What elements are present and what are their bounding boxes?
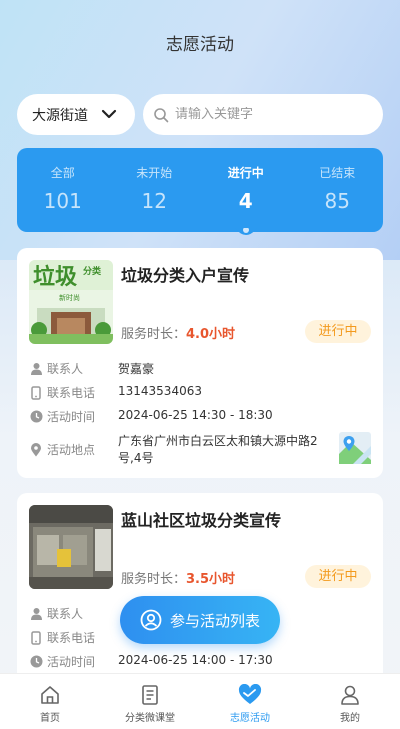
service-hours-value: 3.5小时 bbox=[186, 572, 236, 587]
stat-label: 全部 bbox=[50, 166, 75, 180]
stat-tab-not-started[interactable]: 未开始 12 bbox=[109, 148, 201, 232]
tab-label: 首页 bbox=[40, 713, 60, 724]
stat-tab-in-progress[interactable]: 进行中 4 bbox=[200, 148, 292, 235]
user-icon bbox=[341, 685, 359, 705]
tab-mine[interactable]: 我的 bbox=[300, 674, 400, 729]
contact-value: 贺嘉豪 bbox=[118, 362, 155, 376]
place-value: 广东省广州市白云区太和镇大源中路2 号,4号 bbox=[118, 433, 318, 467]
place-row: 活动地点 bbox=[29, 441, 95, 458]
phone-label: 联系电话 bbox=[47, 631, 96, 645]
thumbnail-text-side: 分类 bbox=[83, 265, 102, 277]
street-dropdown[interactable]: 大源街道 bbox=[17, 94, 135, 135]
thumbnail-text-sub: 新时尚 bbox=[59, 293, 80, 302]
activity-thumbnail: 垃圾 分类 新时尚 bbox=[29, 260, 113, 344]
activity-card[interactable]: 垃圾 分类 新时尚 垃圾分类入户宣传 服务时长：4.0小时 进行中 联系人 贺嘉… bbox=[17, 248, 383, 478]
join-activity-list-label: 参与活动列表 bbox=[169, 611, 260, 630]
contact-row: 联系人 bbox=[29, 360, 83, 377]
service-hours-label: 服务时长： bbox=[121, 572, 187, 587]
stat-label: 未开始 bbox=[136, 166, 173, 180]
search-input[interactable] bbox=[175, 107, 365, 122]
place-label: 活动地点 bbox=[47, 443, 96, 457]
phone-value[interactable]: 13143534063 bbox=[118, 384, 202, 398]
stat-count: 12 bbox=[141, 189, 167, 213]
active-indicator-notch bbox=[234, 228, 257, 235]
tab-label: 志愿活动 bbox=[230, 713, 270, 724]
service-hours: 服务时长：4.0小时 bbox=[121, 323, 235, 342]
heart-icon bbox=[238, 684, 262, 704]
tab-volunteer[interactable]: 志愿活动 bbox=[200, 674, 300, 729]
person-icon bbox=[29, 607, 43, 621]
activity-title: 蓝山社区垃圾分类宣传 bbox=[121, 511, 282, 530]
stat-count: 85 bbox=[324, 189, 350, 213]
status-badge: 进行中 bbox=[305, 565, 371, 588]
chevron-down-icon bbox=[101, 109, 117, 119]
activity-thumbnail bbox=[29, 505, 113, 589]
stat-label: 进行中 bbox=[227, 166, 264, 180]
street-dropdown-value: 大源街道 bbox=[32, 107, 88, 124]
activity-card[interactable]: 蓝山社区垃圾分类宣传 服务时长：3.5小时 进行中 联系人 联系电话 活动时间 … bbox=[17, 493, 383, 693]
clock-icon bbox=[29, 410, 43, 424]
search-icon bbox=[154, 107, 169, 122]
home-icon bbox=[41, 686, 59, 704]
location-pin-icon bbox=[29, 442, 43, 457]
stat-tab-ended[interactable]: 已结束 85 bbox=[292, 148, 384, 232]
clock-icon bbox=[29, 655, 43, 669]
time-value: 2024-06-25 14:00 - 17:30 bbox=[118, 653, 273, 667]
bottom-tab-bar: 首页 分类微课堂 志愿活动 我的 bbox=[0, 673, 400, 729]
map-icon[interactable] bbox=[339, 432, 371, 464]
stat-label: 已结束 bbox=[319, 166, 356, 180]
user-circle-icon bbox=[140, 609, 162, 631]
tab-home[interactable]: 首页 bbox=[0, 674, 100, 729]
service-hours-label: 服务时长： bbox=[121, 327, 187, 342]
service-hours-value: 4.0小时 bbox=[186, 327, 236, 342]
tab-label: 我的 bbox=[340, 713, 360, 724]
phone-label: 联系电话 bbox=[47, 386, 96, 400]
join-activity-list-button[interactable]: 参与活动列表 bbox=[120, 596, 280, 644]
time-row: 活动时间 bbox=[29, 653, 95, 670]
status-badge: 进行中 bbox=[305, 320, 371, 343]
time-label: 活动时间 bbox=[47, 655, 96, 669]
status-stats-bar: 全部 101 未开始 12 进行中 4 已结束 85 bbox=[17, 148, 384, 235]
stat-count: 101 bbox=[43, 189, 82, 213]
time-label: 活动时间 bbox=[47, 410, 96, 424]
contact-label: 联系人 bbox=[47, 607, 84, 621]
phone-icon bbox=[29, 630, 43, 645]
phone-icon bbox=[29, 385, 43, 400]
service-hours: 服务时长：3.5小时 bbox=[121, 568, 235, 587]
thumbnail-text-main: 垃圾 bbox=[33, 264, 78, 290]
phone-row: 联系电话 bbox=[29, 629, 95, 646]
phone-row: 联系电话 bbox=[29, 384, 95, 401]
person-icon bbox=[29, 362, 43, 376]
search-box[interactable] bbox=[143, 94, 383, 135]
stat-tab-all[interactable]: 全部 101 bbox=[17, 148, 109, 232]
tab-label: 分类微课堂 bbox=[125, 713, 175, 724]
tab-micro-class[interactable]: 分类微课堂 bbox=[100, 674, 200, 729]
place-value-line2: 号,4号 bbox=[118, 451, 154, 465]
activity-title: 垃圾分类入户宣传 bbox=[121, 266, 250, 285]
stat-count: 4 bbox=[238, 189, 253, 213]
place-value-line1: 广东省广州市白云区太和镇大源中路2 bbox=[118, 434, 318, 448]
time-row: 活动时间 bbox=[29, 408, 95, 425]
document-icon bbox=[142, 685, 158, 705]
page-title: 志愿活动 bbox=[166, 35, 234, 55]
time-value: 2024-06-25 14:30 - 18:30 bbox=[118, 408, 273, 422]
contact-row: 联系人 bbox=[29, 605, 83, 622]
contact-label: 联系人 bbox=[47, 362, 84, 376]
